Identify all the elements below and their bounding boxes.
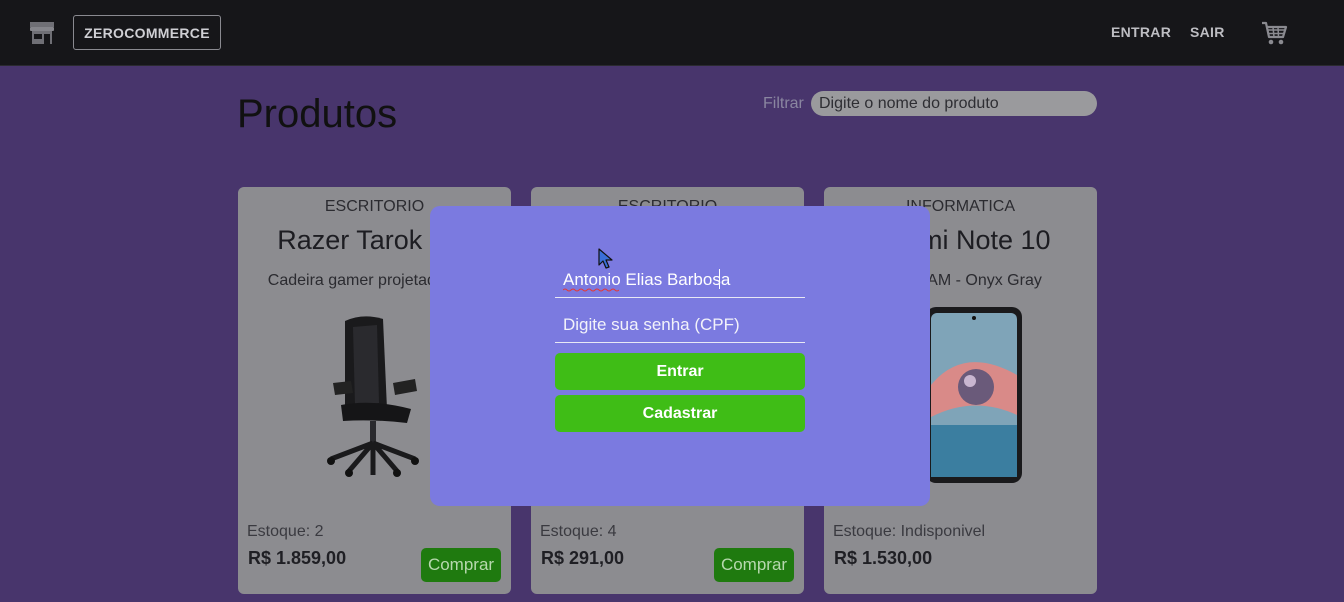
nav-login-link[interactable]: ENTRAR: [1111, 24, 1171, 40]
product-stock: Estoque: 4: [540, 523, 617, 540]
product-price: R$ 291,00: [541, 548, 625, 568]
register-button[interactable]: Cadastrar: [555, 395, 805, 432]
product-image-phone: [926, 307, 1022, 483]
product-stock: Estoque: Indisponivel: [833, 523, 986, 540]
mouse-cursor-icon: [598, 248, 613, 269]
nav-logout-link[interactable]: SAIR: [1190, 24, 1225, 40]
top-navbar: ZEROCOMMERCE ENTRAR SAIR: [0, 0, 1344, 66]
login-button[interactable]: Entrar: [555, 353, 805, 390]
password-input[interactable]: [555, 307, 805, 343]
brand-button[interactable]: ZEROCOMMERCE: [73, 15, 221, 50]
username-input[interactable]: [555, 262, 805, 298]
buy-button[interactable]: Comprar: [714, 548, 794, 582]
cart-icon[interactable]: [1260, 19, 1288, 47]
product-stock: Estoque: 2: [247, 523, 324, 540]
text-caret: [719, 269, 720, 289]
buy-button[interactable]: Comprar: [421, 548, 501, 582]
filter-label: Filtrar: [763, 95, 804, 112]
spellcheck-underline: [563, 288, 619, 292]
product-price: R$ 1.859,00: [248, 548, 347, 568]
filter-input[interactable]: [811, 91, 1097, 116]
product-image-chair: [327, 316, 419, 477]
product-price: R$ 1.530,00: [834, 548, 933, 568]
page-title: Produtos: [237, 92, 398, 136]
store-icon[interactable]: [29, 20, 55, 46]
login-modal: Entrar Cadastrar: [430, 206, 930, 506]
